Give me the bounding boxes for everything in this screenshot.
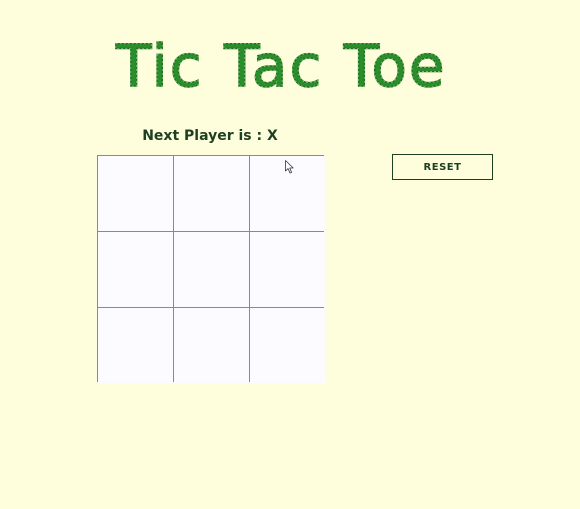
reset-button[interactable]: RESET (392, 154, 493, 180)
game-board (97, 155, 325, 383)
board-cell-8[interactable] (174, 308, 249, 383)
game-title-graphic: Tic Tac Toe Tic Tac Toe (114, 31, 447, 100)
board-cell-4[interactable] (98, 232, 173, 307)
next-player-status: Next Player is : X (142, 128, 278, 144)
game-title: Tic Tac Toe Tic Tac Toe (110, 24, 460, 102)
board-cell-9[interactable] (250, 308, 325, 383)
board-cell-2[interactable] (174, 156, 249, 231)
mouse-cursor-icon (285, 160, 294, 174)
board-cell-1[interactable] (98, 156, 173, 231)
board-cell-6[interactable] (250, 232, 325, 307)
board-cell-7[interactable] (98, 308, 173, 383)
game-title-texture: Tic Tac Toe (115, 32, 447, 100)
board-cell-5[interactable] (174, 232, 249, 307)
